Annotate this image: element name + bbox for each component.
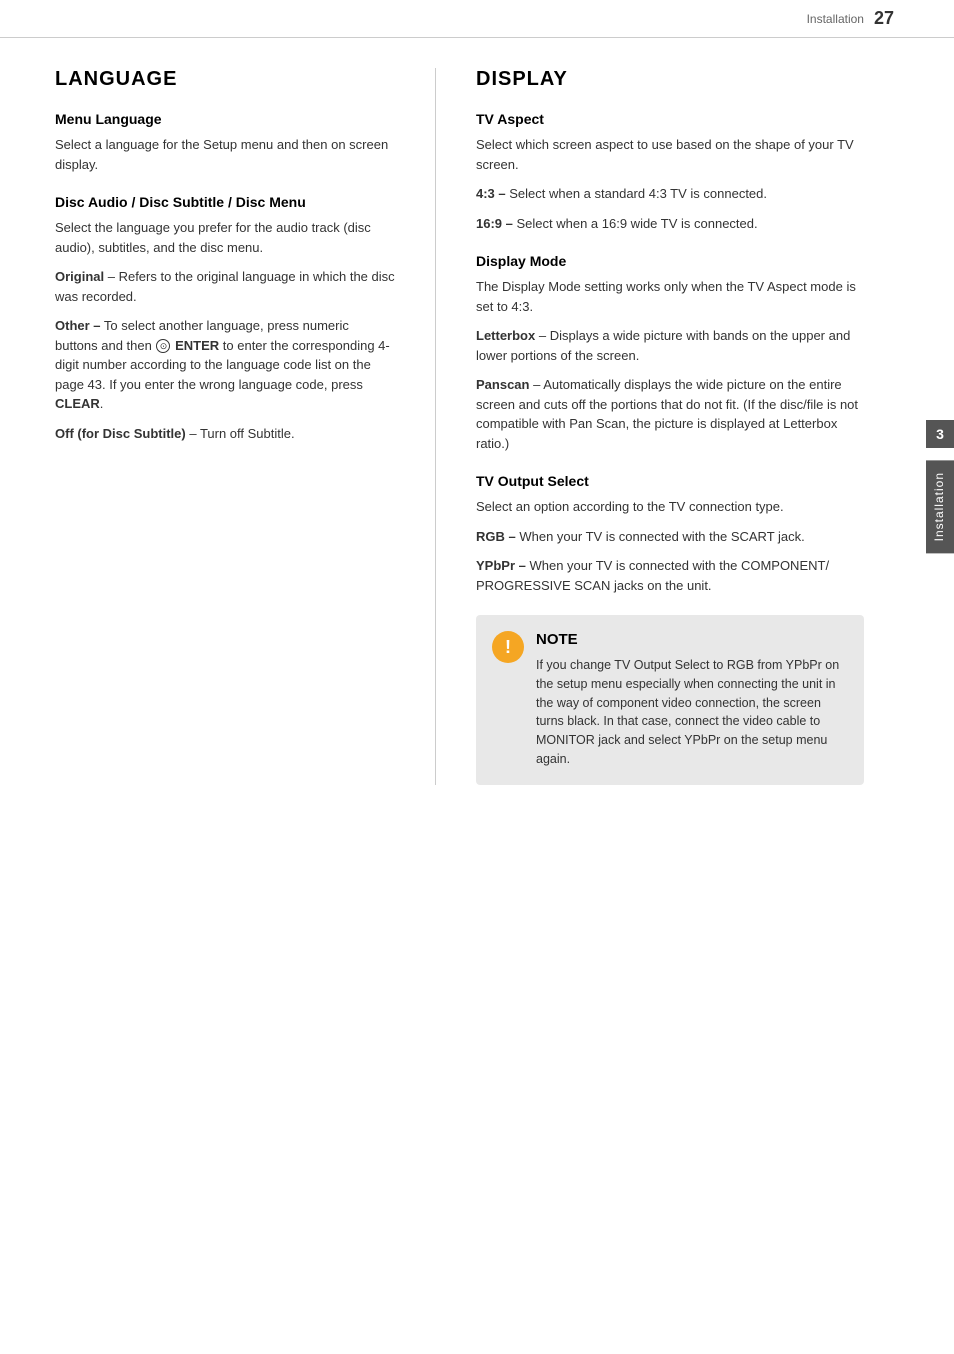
note-body: If you change TV Output Select to RGB fr… (536, 656, 848, 769)
display-section: DISPLAY TV Aspect Select which screen as… (476, 68, 894, 785)
enter-label: ENTER (175, 338, 219, 353)
tv-aspect-43-term: 4:3 – (476, 186, 506, 201)
panscan-text: Panscan – Automatically displays the wid… (476, 375, 864, 453)
ypbpr-body: When your TV is connected with the COMPO… (476, 558, 829, 593)
side-tab-number: 3 (926, 420, 954, 448)
off-disc-subtitle-text: Off (for Disc Subtitle) – Turn off Subti… (55, 424, 395, 444)
main-content: LANGUAGE Menu Language Select a language… (0, 38, 954, 815)
display-mode-intro: The Display Mode setting works only when… (476, 277, 864, 316)
tv-aspect-169: 16:9 – Select when a 16:9 wide TV is con… (476, 214, 864, 234)
column-divider (435, 68, 436, 785)
letterbox-text: Letterbox – Displays a wide picture with… (476, 326, 864, 365)
disc-audio-title: Disc Audio / Disc Subtitle / Disc Menu (55, 194, 395, 210)
note-content: NOTE If you change TV Output Select to R… (536, 631, 848, 769)
note-title: NOTE (536, 631, 848, 648)
tv-aspect-169-term: 16:9 – (476, 216, 513, 231)
off-disc-subtitle-term: Off (for Disc Subtitle) (55, 426, 186, 441)
rgb-body: When your TV is connected with the SCART… (516, 529, 805, 544)
rgb-text: RGB – When your TV is connected with the… (476, 527, 864, 547)
disc-audio-body: Select the language you prefer for the a… (55, 218, 395, 257)
panscan-body: – Automatically displays the wide pictur… (476, 377, 858, 451)
original-term: Original (55, 269, 104, 284)
header-section-label: Installation (807, 12, 864, 26)
note-box: ! NOTE If you change TV Output Select to… (476, 615, 864, 785)
ypbpr-text: YPbPr – When your TV is connected with t… (476, 556, 864, 595)
original-body: – Refers to the original language in whi… (55, 269, 395, 304)
original-text: Original – Refers to the original langua… (55, 267, 395, 306)
note-icon: ! (492, 631, 524, 663)
panscan-term: Panscan (476, 377, 529, 392)
tv-aspect-169-body: Select when a 16:9 wide TV is connected. (513, 216, 758, 231)
tv-output-intro: Select an option according to the TV con… (476, 497, 864, 517)
page-wrapper: Installation 27 3 Installation LANGUAGE … (0, 0, 954, 1354)
page-number: 27 (874, 8, 894, 29)
tv-aspect-43: 4:3 – Select when a standard 4:3 TV is c… (476, 184, 864, 204)
display-title: DISPLAY (476, 68, 864, 91)
language-section: LANGUAGE Menu Language Select a language… (55, 68, 395, 785)
clear-label: CLEAR (55, 396, 100, 411)
ypbpr-term: YPbPr – (476, 558, 526, 573)
menu-language-body: Select a language for the Setup menu and… (55, 135, 395, 174)
tv-aspect-43-body: Select when a standard 4:3 TV is connect… (506, 186, 767, 201)
side-tab-label: Installation (926, 460, 954, 553)
tv-output-title: TV Output Select (476, 473, 864, 489)
language-title: LANGUAGE (55, 68, 395, 91)
other-text: Other – To select another language, pres… (55, 316, 395, 414)
other-term: Other – (55, 318, 101, 333)
display-mode-title: Display Mode (476, 253, 864, 269)
other-period: . (100, 396, 104, 411)
tv-aspect-title: TV Aspect (476, 111, 864, 127)
tv-aspect-intro: Select which screen aspect to use based … (476, 135, 864, 174)
letterbox-term: Letterbox (476, 328, 535, 343)
rgb-term: RGB – (476, 529, 516, 544)
off-disc-subtitle-body: – Turn off Subtitle. (186, 426, 295, 441)
menu-language-title: Menu Language (55, 111, 395, 127)
page-header: Installation 27 (0, 0, 954, 38)
enter-symbol-icon: ⊙ (156, 339, 170, 353)
